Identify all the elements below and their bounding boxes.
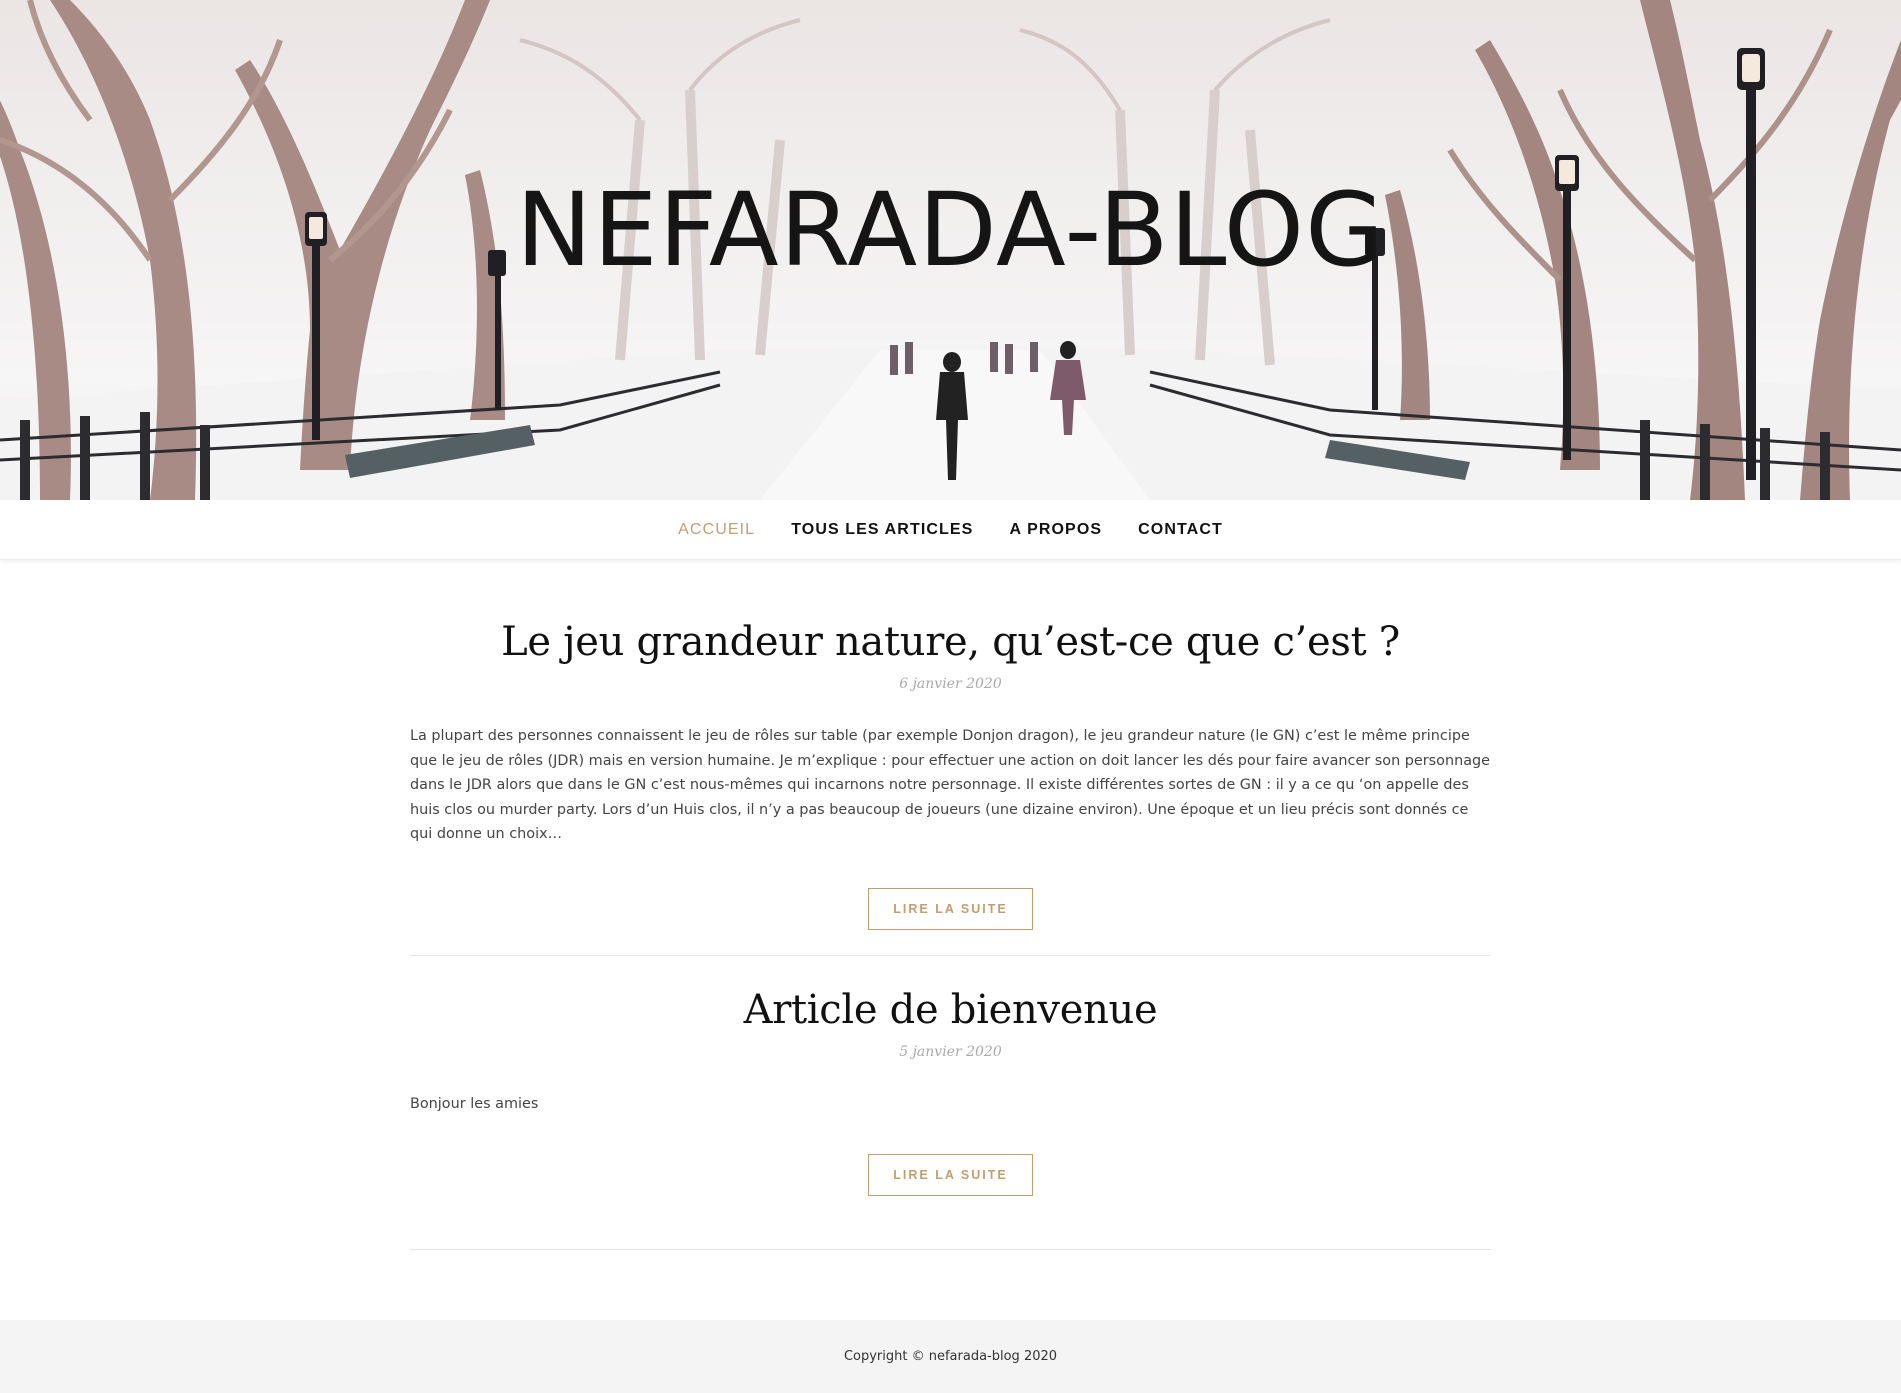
site-title[interactable]: NEFARADA-BLOG xyxy=(0,180,1901,282)
read-more-button[interactable]: LIRE LA SUITE xyxy=(868,887,1033,930)
post-excerpt: Bonjour les amies xyxy=(410,1096,539,1112)
nav-link-accueil[interactable]: ACCUEIL xyxy=(678,521,755,539)
post-date: 5 janvier 2020 xyxy=(899,1044,1002,1060)
post-title[interactable]: Le jeu grandeur nature, qu’est-ce que c’… xyxy=(410,618,1491,666)
header-banner: NEFARADA-BLOG xyxy=(0,0,1901,500)
copyright-text: Copyright © nefarada-blog 2020 xyxy=(843,1349,1058,1364)
post-list: Le jeu grandeur nature, qu’est-ce que c’… xyxy=(410,560,1491,1250)
read-more-button[interactable]: LIRE LA SUITE xyxy=(868,1153,1033,1196)
nav-link-a-propos[interactable]: A PROPOS xyxy=(1009,521,1102,539)
footer: Copyright © nefarada-blog 2020 xyxy=(0,1320,1901,1393)
nav-link-tous-les-articles[interactable]: TOUS LES ARTICLES xyxy=(791,521,973,539)
post-card: Le jeu grandeur nature, qu’est-ce que c’… xyxy=(410,560,1491,956)
post-excerpt: La plupart des personnes connaissent le … xyxy=(410,728,1491,842)
post-title[interactable]: Article de bienvenue xyxy=(410,986,1491,1034)
post-card: Article de bienvenue 5 janvier 2020 Bonj… xyxy=(410,956,1491,1250)
post-date: 6 janvier 2020 xyxy=(899,676,1002,692)
nav-link-contact[interactable]: CONTACT xyxy=(1138,521,1223,539)
main-navigation: ACCUEIL TOUS LES ARTICLES A PROPOS CONTA… xyxy=(0,500,1901,560)
